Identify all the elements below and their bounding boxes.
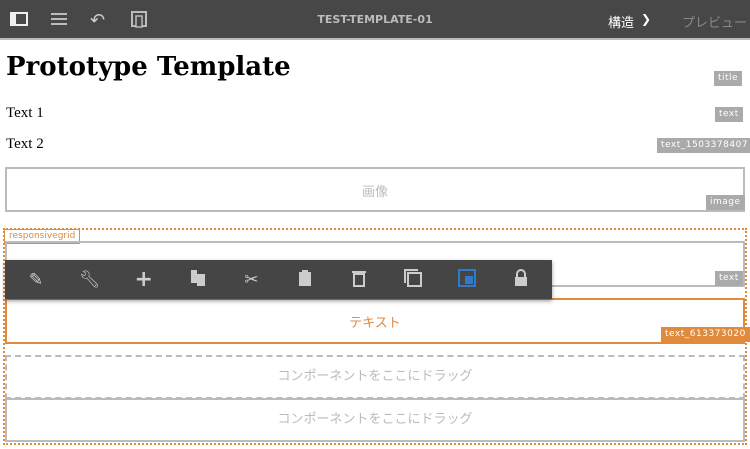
preview-button[interactable]: プレビュー [682, 12, 747, 31]
lock-icon[interactable] [510, 268, 532, 291]
text-placeholder: テキスト [349, 316, 401, 331]
image-placeholder: 画像 [361, 185, 388, 200]
trash-icon[interactable] [348, 269, 370, 291]
plus-icon[interactable]: + [133, 268, 155, 291]
page-title: TEST-TEMPLATE-01 [317, 13, 433, 26]
component-tag-text-inner: text [715, 271, 743, 286]
text-component-selected[interactable]: テキスト [5, 298, 745, 344]
component-tag-title: title [714, 71, 743, 86]
scissors-icon[interactable]: ✂ [241, 269, 263, 291]
top-bar: ↶ TEST-TEMPLATE-01 構造 ❯ プレビュー [0, 0, 750, 40]
clipboard-icon[interactable] [294, 269, 316, 291]
component-tag-text: text [715, 107, 743, 122]
component-tag-image: image [706, 195, 745, 210]
pencil-icon[interactable]: ✎ [25, 269, 47, 291]
chevron-down-icon[interactable]: ❯ [641, 12, 651, 26]
wrench-icon[interactable]: 🔧︎ [79, 269, 101, 291]
drop-zone-grid[interactable]: コンポーネントをここにドラッグ [5, 398, 745, 442]
drop-zone[interactable]: コンポーネントをここにドラッグ [5, 355, 745, 399]
group-icon[interactable] [402, 268, 424, 291]
text-component-1[interactable]: Text 1 [6, 105, 44, 122]
image-component[interactable]: 画像 [5, 167, 745, 212]
copy-icon[interactable] [187, 269, 209, 291]
mode-selector[interactable]: 構造 [608, 12, 634, 31]
component-toolbar: ✎ 🔧︎ + ✂ [5, 260, 552, 299]
template-heading[interactable]: Prototype Template [6, 52, 291, 82]
component-tag-selected: text_613373020 [661, 327, 750, 342]
text-component-2[interactable]: Text 2 [6, 136, 44, 153]
parent-select-icon[interactable] [456, 268, 478, 291]
component-tag-text2: text_1503378407 [657, 138, 750, 153]
